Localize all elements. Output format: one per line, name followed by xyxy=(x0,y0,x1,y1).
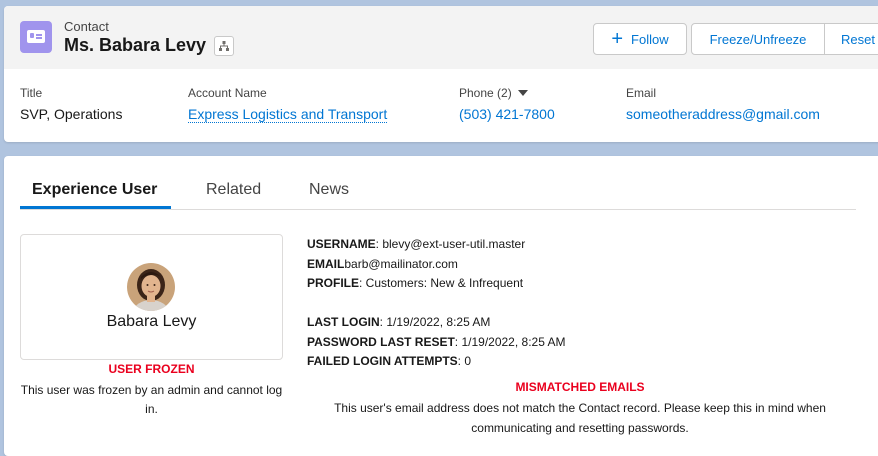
user-frozen-title: USER FROZEN xyxy=(108,362,195,376)
active-tab-indicator xyxy=(20,206,171,209)
account-link[interactable]: Express Logistics and Transport xyxy=(188,106,388,123)
user-email-label: EMAIL xyxy=(307,256,345,271)
password-reset-value: : 1/19/2022, 8:25 AM xyxy=(454,334,566,349)
experience-user-card: Experience User Related News Babara Levy… xyxy=(4,156,878,456)
last-login-row: LAST LOGIN: 1/19/2022, 8:25 AM xyxy=(307,313,566,333)
mismatched-emails-message: This user's email address does not match… xyxy=(334,401,826,435)
last-login-label: LAST LOGIN xyxy=(307,315,380,329)
mismatched-emails-title: MISMATCHED EMAILS xyxy=(515,380,645,394)
chevron-down-icon[interactable] xyxy=(517,90,528,96)
avatar xyxy=(127,263,175,311)
password-reset-label: PASSWORD LAST RESET xyxy=(307,334,455,349)
username-label: USERNAME xyxy=(307,237,376,251)
email-link[interactable]: someotheraddress@gmail.com xyxy=(626,106,820,122)
user-details: USERNAME: blevy@ext-user-util.master EMA… xyxy=(307,235,566,372)
user-frozen-message: This user was frozen by an admin and can… xyxy=(20,383,283,416)
title-field: Title SVP, Operations xyxy=(20,85,122,122)
plus-icon: + xyxy=(611,28,624,50)
tab-bar: Experience User Related News xyxy=(20,156,856,210)
email-row: EMAILbarb@mailinator.com xyxy=(307,255,566,275)
tab-news[interactable]: News xyxy=(309,181,349,199)
last-login-value: : 1/19/2022, 8:25 AM xyxy=(379,315,491,329)
title-value: SVP, Operations xyxy=(20,106,123,122)
reset-button[interactable]: Reset xyxy=(825,23,878,55)
phone-field: Phone (2) (503) 421-7800 xyxy=(459,85,555,122)
profile-row: PROFILE: Customers: New & Infrequent xyxy=(307,274,566,294)
profile-value: : Customers: New & Infrequent xyxy=(359,276,524,290)
email-label: Email xyxy=(626,86,657,100)
password-reset-row: PASSWORD LAST RESET: 1/19/2022, 8:25 AM xyxy=(307,333,566,353)
header-actions: + Follow Freeze/Unfreeze Reset xyxy=(593,23,878,55)
profile-card: Babara Levy xyxy=(20,234,283,360)
follow-button[interactable]: + Follow xyxy=(593,23,687,55)
failed-attempts-label: FAILED LOGIN ATTEMPTS xyxy=(307,354,458,368)
record-name: Ms. Babara Levy xyxy=(64,35,207,55)
hierarchy-icon[interactable] xyxy=(214,36,234,56)
object-label: Contact xyxy=(64,19,109,34)
email-field: Email someotheraddress@gmail.com xyxy=(626,85,820,122)
username-row: USERNAME: blevy@ext-user-util.master xyxy=(307,235,566,255)
title-label: Title xyxy=(20,86,43,100)
profile-label: PROFILE xyxy=(307,276,360,290)
username-value: : blevy@ext-user-util.master xyxy=(375,237,526,251)
record-header-top: Contact Ms. Babara Levy + Follow Freeze/… xyxy=(4,6,878,69)
account-label: Account Name xyxy=(188,86,267,100)
phone-label-row[interactable]: Phone (2) xyxy=(459,85,555,101)
freeze-unfreeze-button[interactable]: Freeze/Unfreeze xyxy=(691,23,825,55)
tab-experience-user[interactable]: Experience User xyxy=(32,181,157,199)
follow-label: Follow xyxy=(631,31,669,47)
tab-related[interactable]: Related xyxy=(206,181,261,199)
user-email-value: barb@mailinator.com xyxy=(344,256,458,271)
failed-attempts-row: FAILED LOGIN ATTEMPTS: 0 xyxy=(307,352,566,372)
record-header: Contact Ms. Babara Levy + Follow Freeze/… xyxy=(4,6,878,142)
failed-attempts-value: : 0 xyxy=(457,354,472,368)
phone-label: Phone (2) xyxy=(459,86,512,100)
profile-name: Babara Levy xyxy=(106,313,197,330)
contact-card-icon xyxy=(20,21,52,53)
phone-link[interactable]: (503) 421-7800 xyxy=(459,106,555,122)
account-field: Account Name Express Logistics and Trans… xyxy=(188,85,388,124)
